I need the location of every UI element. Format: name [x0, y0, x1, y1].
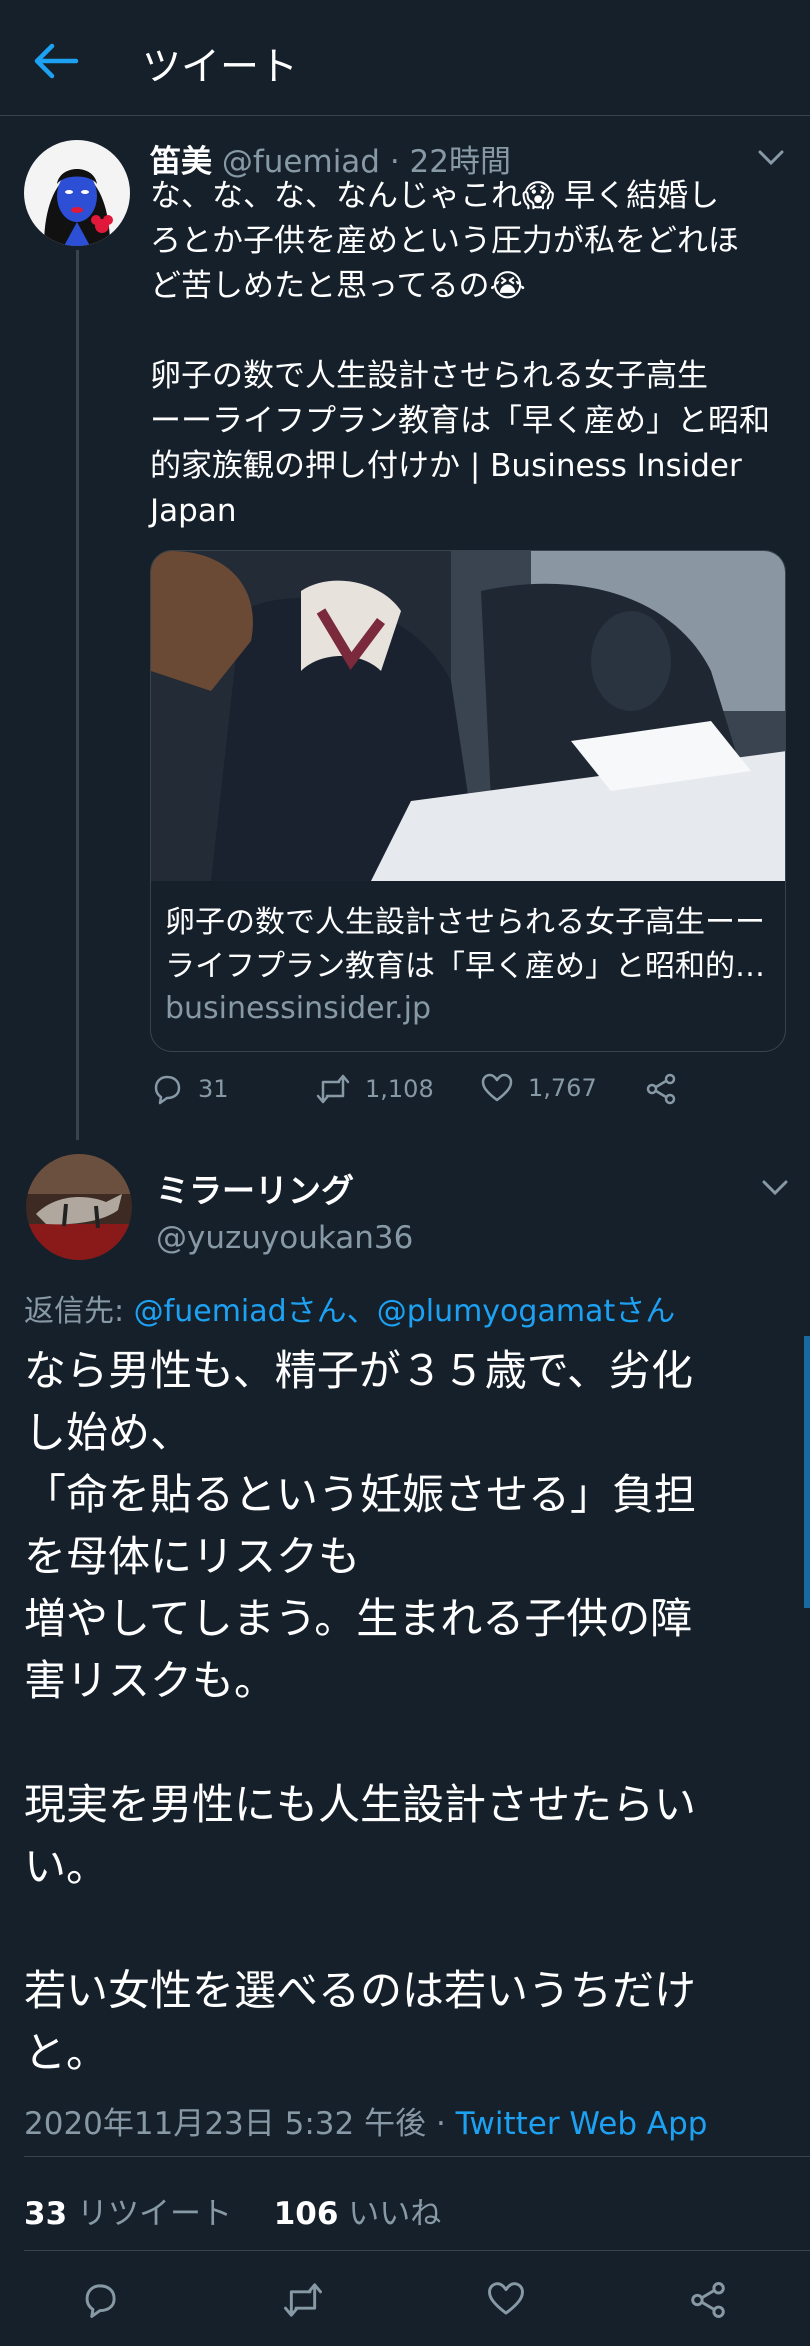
- thread-line: [76, 250, 79, 1140]
- like-stat-count: 106: [273, 2196, 339, 2232]
- tweet1-text-line: Japan: [150, 493, 237, 529]
- avatar-illustration-icon: [24, 140, 130, 246]
- tweet2-text-line: と。: [24, 2028, 109, 2077]
- tweet2-text-line: を母体にリスクも: [24, 1532, 361, 1581]
- share-icon[interactable]: [688, 2280, 728, 2320]
- divider: [24, 2250, 810, 2251]
- tweet1-text: な、な、な、なんじゃこれ😱 早く結婚し ろとか子供を産めという圧力が私をどれほ …: [150, 174, 780, 534]
- share-icon: [646, 1073, 676, 1105]
- tweet1-text-gap: [150, 309, 780, 354]
- like-action[interactable]: 1,767: [480, 1072, 597, 1104]
- retweet-icon[interactable]: [282, 2280, 324, 2320]
- reply-icon: [154, 1075, 181, 1105]
- reply-user-link[interactable]: @fuemiadさん: [134, 1294, 347, 1329]
- source-link[interactable]: Twitter Web App: [456, 2106, 708, 2142]
- card-title: 卵子の数で人生設計させられる女子高生ーーライフプラン教育は「早く産め」と昭和的家…: [165, 905, 765, 984]
- chevron-down-icon[interactable]: [756, 148, 786, 168]
- card-domain: businessinsider.jp: [165, 991, 432, 1026]
- heart-icon: [481, 1073, 513, 1102]
- tweet2-text: なら男性も、精子が３５歳で、劣化 し始め、 「命を貼るという妊娠させる」負担 を…: [24, 1340, 794, 2084]
- share-action[interactable]: [644, 1072, 692, 1106]
- tweet2-text-line: 増やしてしまう。生まれる子供の障: [24, 1594, 693, 1643]
- top-bar: ツイート: [0, 0, 810, 116]
- tweet1-text-line: 的家族観の押し付けか | Business Insider: [150, 448, 742, 484]
- tweet2-actions: [0, 2270, 810, 2330]
- tweet1-text-line: ろとか子供を産めという圧力が私をどれほ: [150, 223, 739, 259]
- tweet2-author-handle[interactable]: @yuzuyoukan36: [156, 1220, 413, 1256]
- reply-separator: 、: [346, 1294, 377, 1329]
- reply-action[interactable]: 31: [150, 1072, 229, 1106]
- avatar-photo-icon: [26, 1154, 132, 1260]
- reply-user-link[interactable]: @plumyogamatさん: [377, 1294, 676, 1329]
- tweet2-text-line: 害リスクも。: [24, 1656, 277, 1705]
- tweet2-text-line: 「命を貼るという妊娠させる」負担: [24, 1470, 697, 1519]
- tweet2-author-name[interactable]: ミラーリング: [156, 1164, 354, 1212]
- tweet2-timestamp: 2020年11月23日 5:32 午後 · Twitter Web App: [24, 2098, 707, 2143]
- avatar-yuzuyoukan36[interactable]: [26, 1154, 132, 1260]
- reply-icon[interactable]: [80, 2280, 120, 2320]
- tweet2-stats: 33 リツイート 106 いいね: [24, 2188, 441, 2233]
- tweet2-text-line: 若い女性を選べるのは若いうちだけ: [24, 1966, 697, 2015]
- tweet2-text-gap: [24, 1898, 794, 1960]
- retweet-stat[interactable]: 33 リツイート: [24, 2196, 232, 2232]
- reply-to: 返信先: @fuemiadさん、@plumyogamatさん: [24, 1286, 675, 1330]
- classroom-photo-icon: [151, 551, 785, 881]
- retweet-action[interactable]: 1,108: [315, 1072, 434, 1106]
- avatar-fuemiad[interactable]: [24, 140, 130, 246]
- like-count: 1,767: [528, 1074, 597, 1102]
- tweet1-actions: 31 1,108 1,767: [150, 1072, 710, 1112]
- tweet2-text-line: し始め、: [24, 1408, 193, 1457]
- tweet1-text-line: 卵子の数で人生設計させられる女子高生: [150, 358, 708, 394]
- reply-count: 31: [198, 1075, 229, 1103]
- back-arrow-icon[interactable]: [30, 40, 80, 82]
- retweet-stat-count: 33: [24, 2196, 68, 2232]
- retweet-stat-label: リツイート: [67, 2196, 232, 2232]
- tweet2-text-line: なら男性も、精子が３５歳で、劣化: [24, 1346, 694, 1395]
- tweet1-text-line: な、な、な、なんじゃこれ😱 早く結婚し: [150, 178, 720, 214]
- tweet2-text-line: 現実を男性にも人生設計させたらい: [24, 1780, 697, 1829]
- tweet2-text-gap: [24, 1712, 794, 1774]
- timestamp-text: 2020年11月23日 5:32 午後 ·: [24, 2106, 456, 2142]
- scrollbar[interactable]: [804, 1336, 810, 1608]
- tweet1-text-line: ーーライフプラン教育は「早く産め」と昭和: [150, 403, 770, 439]
- divider: [24, 2156, 810, 2157]
- like-stat[interactable]: 106 いいね: [274, 2196, 442, 2232]
- link-card[interactable]: 卵子の数で人生設計させられる女子高生ーーライフプラン教育は「早く産め」と昭和的家…: [150, 550, 786, 1052]
- page-title: ツイート: [142, 45, 299, 90]
- heart-icon[interactable]: [486, 2280, 526, 2318]
- tweet1-text-line: ど苦しめたと思ってるの😭: [150, 268, 526, 304]
- retweet-icon: [316, 1074, 350, 1104]
- reply-to-label: 返信先:: [24, 1294, 134, 1329]
- card-image: [151, 551, 785, 881]
- retweet-count: 1,108: [365, 1075, 434, 1103]
- like-stat-label: いいね: [338, 2196, 442, 2232]
- tweet2-text-line: い。: [24, 1842, 109, 1891]
- chevron-down-icon[interactable]: [760, 1178, 790, 1198]
